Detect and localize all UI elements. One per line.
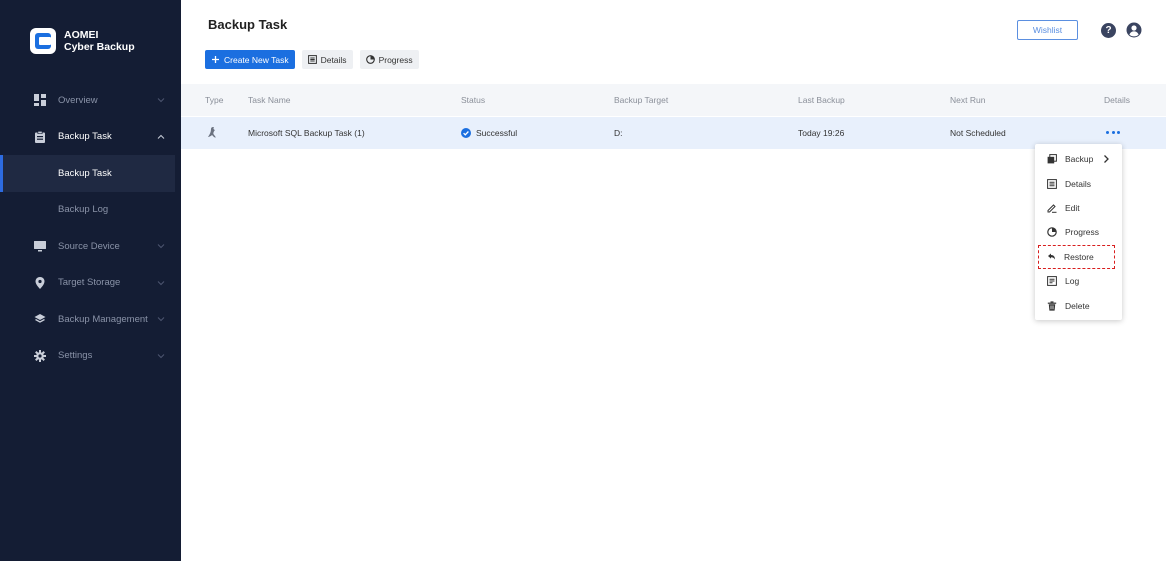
sidebar-item-label: Backup Management [58,313,148,325]
sidebar-item-settings[interactable]: Settings [0,338,181,375]
table-header: Type Task Name Status Backup Target Last… [181,84,1166,116]
menu-item-edit[interactable]: Edit [1035,196,1122,220]
layers-icon [34,313,46,325]
menu-item-label: Log [1065,276,1080,287]
column-header-task-name: Task Name [248,95,291,105]
sidebar-item-label: Settings [58,350,93,362]
sidebar-item-label: Backup Task [58,131,112,143]
restore-icon [1048,253,1055,260]
sidebar-item-backup-management[interactable]: Backup Management [0,301,181,338]
column-header-type: Type [205,95,224,105]
clipboard-icon [34,130,46,143]
menu-item-label: Restore [1064,251,1094,262]
details-icon [307,55,317,64]
chevron-down-icon [157,315,165,323]
dashboard-icon [34,94,46,107]
monitor-icon [34,240,46,252]
sidebar-subitem-backup-task[interactable]: Backup Task [0,155,175,192]
sidebar-nav: Overview Backup Task Backup Task Backup … [0,82,181,374]
progress-button[interactable]: Progress [359,50,419,69]
edit-icon [1047,204,1057,213]
column-header-details: Details [1104,95,1130,105]
status-text: Successful [476,128,518,138]
sidebar-item-label: Overview [58,94,98,106]
progress-icon [1047,227,1057,238]
sidebar-item-source-device[interactable]: Source Device [0,228,181,265]
sql-server-icon [205,125,219,139]
menu-item-label: Delete [1065,300,1090,311]
user-icon[interactable] [1126,22,1142,38]
gear-icon [34,349,46,362]
brand[interactable]: AOMEI Cyber Backup [30,28,135,54]
create-new-task-button[interactable]: Create New Task [205,50,295,69]
brand-name-line1: AOMEI [64,29,99,41]
sidebar-subitem-backup-log[interactable]: Backup Log [0,192,181,229]
toolbar: Create New Task Details Progress [205,50,419,69]
chevron-down-icon [157,96,165,104]
more-options-icon[interactable] [1106,131,1120,135]
column-header-next-run: Next Run [950,95,986,105]
menu-item-details[interactable]: Details [1035,171,1122,195]
chevron-up-icon [157,133,165,141]
wishlist-button[interactable]: Wishlist [1017,20,1078,40]
menu-item-log[interactable]: Log [1035,269,1122,293]
brand-name-line2: Cyber Backup [64,41,135,53]
menu-item-label: Details [1065,178,1091,189]
details-label: Details [320,54,347,65]
sidebar-item-overview[interactable]: Overview [0,82,181,119]
plus-icon [212,56,219,63]
sidebar-item-label: Target Storage [58,277,121,289]
sidebar-item-target-storage[interactable]: Target Storage [0,265,181,302]
sidebar: AOMEI Cyber Backup Overview Backup Task … [0,0,181,561]
aomei-logo-icon [30,28,56,54]
sidebar-item-backup-task[interactable]: Backup Task [0,119,181,156]
column-header-status: Status [461,95,486,105]
chevron-down-icon [157,279,165,287]
chevron-down-icon [157,242,165,250]
menu-item-label: Progress [1065,227,1100,238]
page-title: Backup Task [208,17,288,32]
log-icon [1047,276,1057,287]
location-pin-icon [34,276,46,289]
task-context-menu: Backup Details Edit Progress Restore Log… [1035,144,1122,320]
status-cell: Successful [461,128,517,138]
details-button[interactable]: Details [301,50,353,69]
column-header-last-backup: Last Backup [798,95,845,105]
check-circle-icon [461,128,471,138]
menu-item-label: Backup [1065,154,1094,165]
chevron-down-icon [157,352,165,360]
last-backup-cell: Today 19:26 [798,128,845,138]
details-icon [1047,178,1057,189]
sidebar-item-label: Source Device [58,240,120,252]
table-row[interactable]: Microsoft SQL Backup Task (1) Successful… [181,117,1166,149]
task-name-cell: Microsoft SQL Backup Task (1) [248,128,365,138]
chevron-right-icon [1102,154,1110,164]
progress-icon [365,55,375,64]
menu-item-label: Edit [1065,202,1080,213]
copy-icon [1047,154,1057,164]
menu-item-delete[interactable]: Delete [1035,293,1122,317]
backup-target-cell: D: [614,128,623,138]
progress-label: Progress [378,54,413,65]
create-new-task-label: Create New Task [224,54,289,65]
next-run-cell: Not Scheduled [950,128,1006,138]
menu-item-restore[interactable]: Restore [1038,244,1115,269]
help-icon[interactable]: ? [1101,23,1116,38]
column-header-backup-target: Backup Target [614,95,669,105]
menu-item-backup[interactable]: Backup [1035,147,1122,171]
menu-item-progress[interactable]: Progress [1035,220,1122,244]
trash-icon [1047,300,1057,311]
